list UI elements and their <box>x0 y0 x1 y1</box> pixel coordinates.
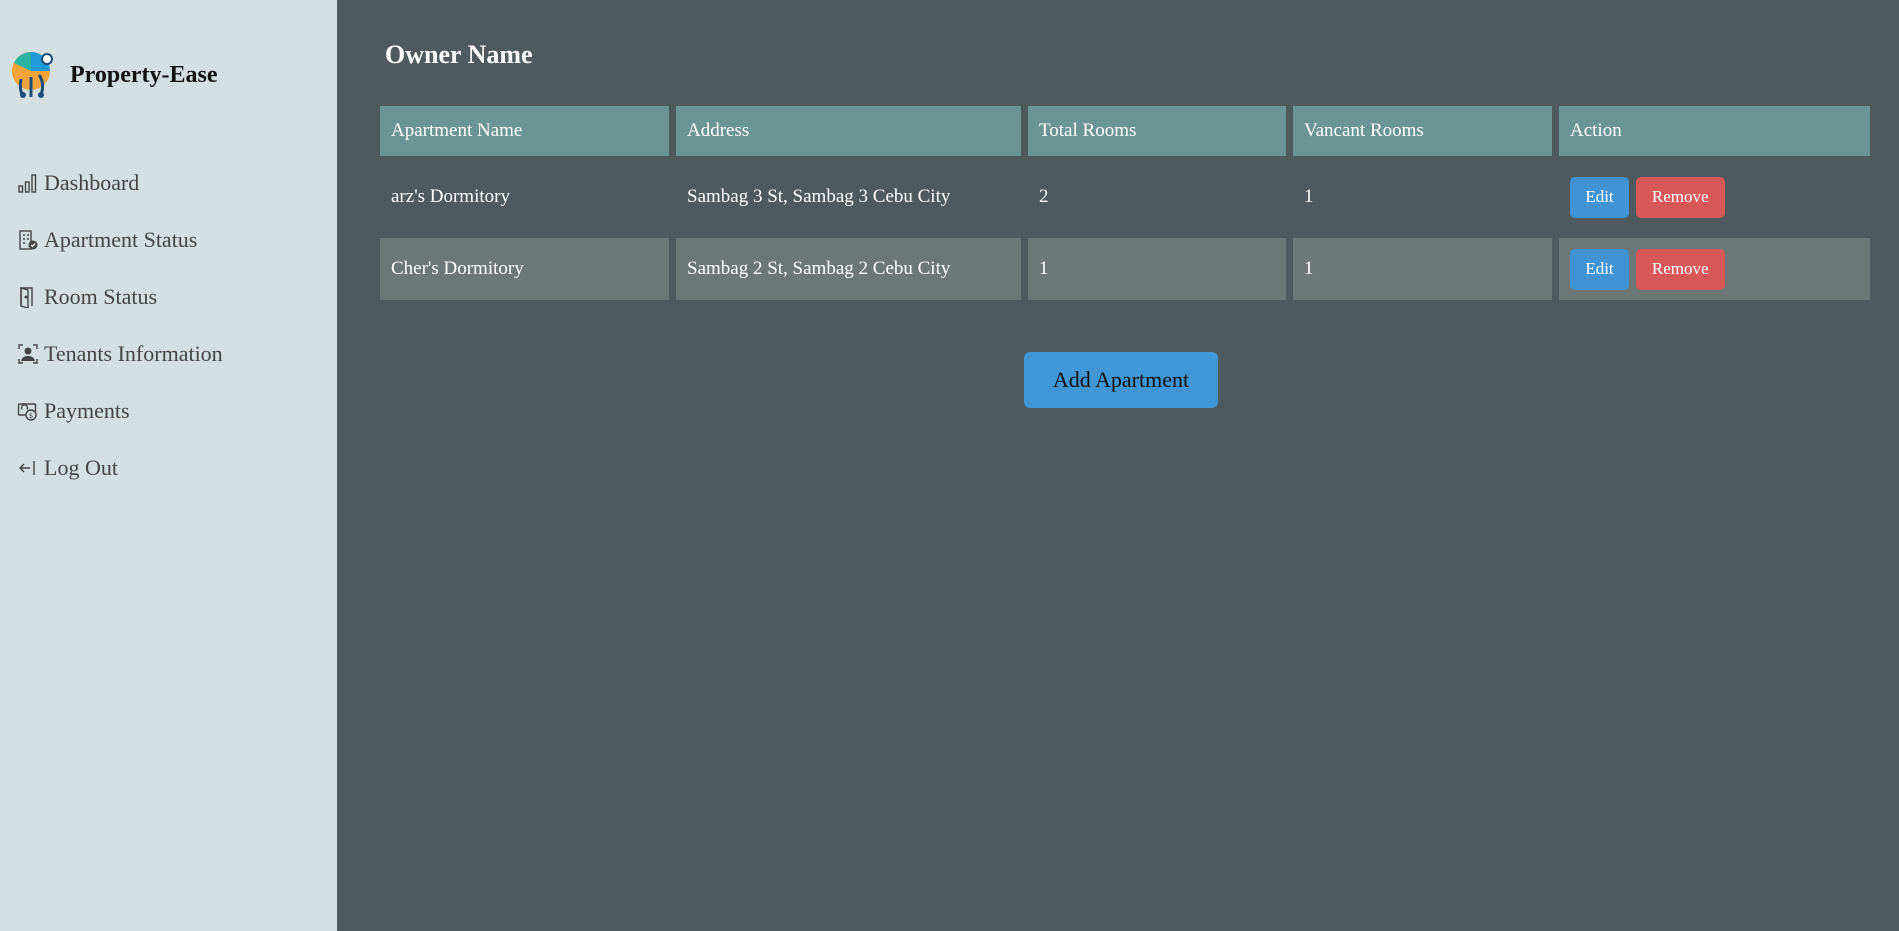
sidebar-item-log-out[interactable]: Log Out <box>16 439 223 496</box>
sidebar-item-label: Room Status <box>44 283 158 309</box>
address-cell: Sambag 3 St, Sambag 3 Cebu City <box>676 162 1021 232</box>
vacant-rooms-cell: 1 <box>1293 162 1552 232</box>
table-row: Cher's Dormitory Sambag 2 St, Sambag 2 C… <box>380 238 1870 300</box>
edit-button[interactable]: Edit <box>1570 248 1629 290</box>
svg-text:$: $ <box>29 412 33 420</box>
action-cell: Edit Remove <box>1559 238 1870 300</box>
building-check-icon <box>16 228 40 252</box>
total-rooms-cell: 1 <box>1028 238 1286 300</box>
action-cell: Edit Remove <box>1559 162 1870 232</box>
column-header: Address <box>676 106 1021 156</box>
property-ease-logo-icon <box>9 49 55 101</box>
person-badge-icon <box>16 342 40 366</box>
owner-name: Owner Name <box>385 40 533 69</box>
column-header: Vancant Rooms <box>1293 106 1552 156</box>
door-icon <box>16 285 40 309</box>
column-header: Apartment Name <box>380 106 669 156</box>
add-apartment-button[interactable]: Add Apartment <box>1024 352 1218 408</box>
vacant-rooms-cell: 1 <box>1293 238 1552 300</box>
sidebar-item-room-status[interactable]: Room Status <box>16 268 223 325</box>
table-header-row: Apartment Name Address Total Rooms Vanca… <box>380 106 1870 156</box>
remove-button[interactable]: Remove <box>1635 176 1725 218</box>
sidebar-nav: Dashboard Apartment Status Room Status T… <box>16 154 223 496</box>
sidebar: Property-Ease Dashboard Apartment Status… <box>0 0 337 931</box>
sidebar-item-label: Apartment Status <box>44 226 198 252</box>
edit-button[interactable]: Edit <box>1570 176 1629 218</box>
apartment-name-cell: Cher's Dormitory <box>380 238 669 300</box>
brand[interactable]: Property-Ease <box>9 49 218 101</box>
sidebar-item-tenants-information[interactable]: Tenants Information <box>16 325 223 382</box>
sidebar-item-label: Log Out <box>44 454 118 480</box>
sidebar-item-payments[interactable]: $ Payments <box>16 382 223 439</box>
logout-arrow-icon <box>16 456 40 480</box>
brand-name: Property-Ease <box>70 61 218 88</box>
sidebar-item-label: Payments <box>44 397 130 423</box>
apartments-table: Apartment Name Address Total Rooms Vanca… <box>373 100 1877 306</box>
total-rooms-cell: 2 <box>1028 162 1286 232</box>
table-row: arz's Dormitory Sambag 3 St, Sambag 3 Ce… <box>380 162 1870 232</box>
column-header: Action <box>1559 106 1870 156</box>
sidebar-item-label: Dashboard <box>44 169 140 195</box>
main-content: Owner Name Apartment Name Address Total … <box>337 0 1899 931</box>
cash-icon: $ <box>16 399 40 423</box>
bar-chart-icon <box>16 171 40 195</box>
sidebar-item-apartment-status[interactable]: Apartment Status <box>16 211 223 268</box>
sidebar-item-dashboard[interactable]: Dashboard <box>16 154 223 211</box>
column-header: Total Rooms <box>1028 106 1286 156</box>
apartment-name-cell: arz's Dormitory <box>380 162 669 232</box>
address-cell: Sambag 2 St, Sambag 2 Cebu City <box>676 238 1021 300</box>
sidebar-item-label: Tenants Information <box>44 340 223 366</box>
remove-button[interactable]: Remove <box>1635 248 1725 290</box>
